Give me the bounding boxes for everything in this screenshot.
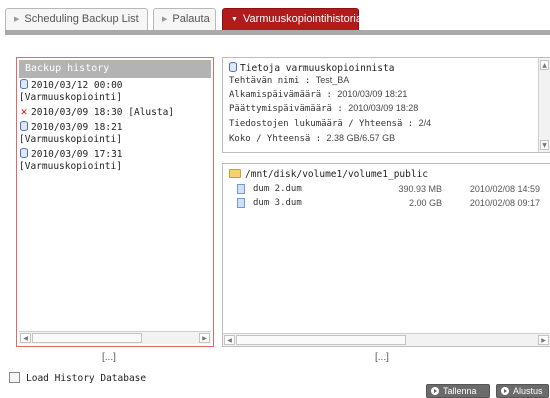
folder-icon [229, 169, 241, 178]
tab-label: Varmuuskopiointihistoria [242, 13, 362, 25]
scroll-down-icon[interactable]: ▼ [540, 140, 549, 150]
scroll-up-icon[interactable]: ▲ [540, 60, 549, 70]
file-row[interactable]: dum 3.dum 2.00 GB 2010/02/08 09:17 [237, 197, 544, 211]
tab-varmuuskopiointihistoria[interactable]: ▼ Varmuuskopiointihistoria [222, 8, 362, 30]
reset-button[interactable]: Alustus [496, 384, 549, 398]
info-title: Tietoja varmuuskopioinnista [229, 62, 394, 74]
folder-path[interactable]: /mnt/disk/volume1/volume1_public [229, 169, 428, 180]
history-item[interactable]: 2010/03/09 18:21 [Varmuuskopiointi] [19, 121, 211, 146]
files-horizontal-scrollbar[interactable]: ◀ ▶ [223, 333, 550, 346]
database-icon [19, 121, 29, 134]
checkbox-box[interactable] [9, 372, 20, 383]
file-name: dum 3.dum [253, 198, 302, 208]
database-icon [19, 148, 29, 161]
scroll-left-icon[interactable]: ◀ [20, 333, 31, 343]
tab-arrow-icon: ▶ [14, 16, 20, 23]
tab-palauta[interactable]: ▶ Palauta [153, 8, 216, 30]
info-vertical-scrollbar[interactable]: ▲ ▼ [538, 58, 550, 152]
database-icon [19, 79, 29, 92]
scroll-left-icon[interactable]: ◀ [224, 335, 235, 345]
load-history-label: Load History Database [26, 373, 147, 384]
save-button[interactable]: Tallenna [426, 384, 490, 398]
history-item[interactable]: 2010/03/09 17:31 [Varmuuskopiointi] [19, 148, 211, 173]
play-icon [501, 387, 509, 395]
history-item[interactable]: ✕ 2010/03/09 18:30 [Alusta] [19, 106, 211, 119]
info-start-date: Alkamispäivämäärä : 2010/03/09 18:21 [229, 89, 408, 100]
info-size: Koko / Yhteensä : 2.38 GB/6.57 GB [229, 133, 396, 144]
scroll-right-icon[interactable]: ▶ [199, 333, 210, 343]
file-size: 2.00 GB [408, 198, 442, 208]
tab-label: Palauta [172, 13, 210, 25]
history-item[interactable]: 2010/03/12 00:00 [Varmuuskopiointi] [19, 79, 211, 104]
load-history-checkbox[interactable]: Load History Database [9, 372, 146, 384]
info-end-date: Päättymispäivämäärä : 2010/03/09 18:28 [229, 103, 419, 114]
file-date: 2010/02/08 14:59 [469, 184, 540, 194]
backup-info-panel: Tietoja varmuuskopioinnista Tehtävän nim… [222, 57, 550, 153]
play-icon [431, 387, 439, 395]
info-task-name: Tehtävän nimi : Test_BA [229, 75, 350, 86]
files-more-link[interactable]: [...] [375, 352, 389, 363]
info-file-count: Tiedostojen lukumäärä / Yhteensä : 2/4 [229, 118, 432, 129]
history-more-link[interactable]: [...] [102, 352, 116, 363]
scroll-right-icon[interactable]: ▶ [538, 335, 549, 345]
file-name: dum 2.dum [253, 184, 302, 194]
database-icon [229, 62, 237, 72]
file-icon [237, 184, 245, 194]
error-x-icon: ✕ [20, 105, 28, 118]
files-panel: /mnt/disk/volume1/volume1_public dum 2.d… [222, 163, 550, 347]
file-icon [237, 198, 245, 208]
file-row[interactable]: dum 2.dum 390.93 MB 2010/02/08 14:59 [237, 183, 544, 197]
tab-arrow-icon: ▶ [162, 16, 168, 23]
tab-scheduling-backup-list[interactable]: ▶ Scheduling Backup List [5, 8, 148, 30]
file-size: 390.93 MB [398, 184, 442, 194]
scroll-thumb[interactable] [236, 335, 406, 345]
tab-arrow-down-icon: ▼ [231, 16, 238, 23]
backup-history-panel: Backup history 2010/03/12 00:00 [Varmuus… [16, 57, 214, 347]
history-horizontal-scrollbar[interactable]: ◀ ▶ [19, 331, 211, 344]
tab-label: Scheduling Backup List [24, 13, 139, 25]
tab-underline [5, 30, 550, 35]
backup-history-list: 2010/03/12 00:00 [Varmuuskopiointi] ✕ 201… [19, 79, 211, 330]
file-date: 2010/02/08 09:17 [469, 198, 540, 208]
scroll-thumb[interactable] [32, 333, 142, 343]
backup-history-header: Backup history [19, 60, 211, 78]
